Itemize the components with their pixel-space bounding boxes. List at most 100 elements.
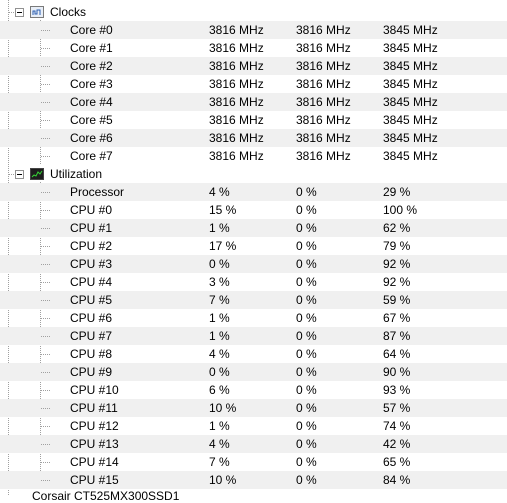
sensor-row[interactable]: Core #3 3816 MHz 3816 MHz 3845 MHz [0, 75, 507, 93]
sensor-max: 57 % [383, 401, 411, 415]
sensor-row[interactable]: Core #5 3816 MHz 3816 MHz 3845 MHz [0, 111, 507, 129]
sensor-name: CPU #10 [70, 383, 119, 397]
sensor-value: 7 % [209, 455, 230, 469]
sensor-value: 3816 MHz [209, 59, 264, 73]
sensor-row[interactable]: Core #1 3816 MHz 3816 MHz 3845 MHz [0, 39, 507, 57]
sensor-row[interactable]: CPU #12 1 % 0 % 74 % [0, 417, 507, 435]
utilization-graph-icon [30, 168, 44, 180]
sensor-min: 3816 MHz [296, 59, 351, 73]
tree-branch-line [41, 372, 50, 373]
sensor-name: CPU #15 [70, 473, 119, 487]
sensor-value: 3816 MHz [209, 149, 264, 163]
sensor-row[interactable]: CPU #4 3 % 0 % 92 % [0, 273, 507, 291]
sensor-max: 67 % [383, 311, 411, 325]
sensor-value: 10 % [209, 473, 237, 487]
sensor-name: Core #3 [70, 77, 113, 91]
sensor-min: 0 % [296, 311, 317, 325]
sensor-row[interactable]: Core #6 3816 MHz 3816 MHz 3845 MHz [0, 129, 507, 147]
sensor-row[interactable]: CPU #1 1 % 0 % 62 % [0, 219, 507, 237]
sensor-min: 0 % [296, 329, 317, 343]
sensor-row[interactable]: CPU #11 10 % 0 % 57 % [0, 399, 507, 417]
tree-branch-line [41, 156, 50, 157]
sensor-row[interactable]: CPU #15 10 % 0 % 84 % [0, 471, 507, 489]
sensor-max: 3845 MHz [383, 77, 438, 91]
tree-branch-line [41, 192, 50, 193]
sensor-row[interactable]: CPU #10 6 % 0 % 93 % [0, 381, 507, 399]
sensor-name: Core #2 [70, 59, 113, 73]
sensor-max: 3845 MHz [383, 41, 438, 55]
sensor-name: CPU #1 [70, 221, 113, 235]
sensor-row[interactable]: CPU #0 15 % 0 % 100 % [0, 201, 507, 219]
sensor-row[interactable]: CPU #13 4 % 0 % 42 % [0, 435, 507, 453]
sensor-max: 42 % [383, 437, 411, 451]
sensor-max: 84 % [383, 473, 411, 487]
sensor-min: 0 % [296, 185, 317, 199]
sensor-value: 4 % [209, 185, 230, 199]
sensor-max: 90 % [383, 365, 411, 379]
sensor-min: 3816 MHz [296, 77, 351, 91]
sensor-max: 3845 MHz [383, 131, 438, 145]
sensor-min: 0 % [296, 401, 317, 415]
sensor-row[interactable]: CPU #6 1 % 0 % 67 % [0, 309, 507, 327]
group-label-utilization: Utilization [50, 167, 103, 181]
sensor-name: Core #5 [70, 113, 113, 127]
sensor-max: 62 % [383, 221, 411, 235]
sensor-name: CPU #0 [70, 203, 113, 217]
tree-branch-line [41, 48, 50, 49]
tree-branch-line [41, 462, 50, 463]
sensor-name: CPU #6 [70, 311, 113, 325]
sensor-row[interactable]: CPU #5 7 % 0 % 59 % [0, 291, 507, 309]
sensor-min: 3816 MHz [296, 113, 351, 127]
sensor-min: 0 % [296, 383, 317, 397]
sensor-row[interactable]: CPU #14 7 % 0 % 65 % [0, 453, 507, 471]
sensor-max: 74 % [383, 419, 411, 433]
sensor-name: CPU #12 [70, 419, 119, 433]
sensor-name: Core #4 [70, 95, 113, 109]
sensor-row[interactable]: Core #4 3816 MHz 3816 MHz 3845 MHz [0, 93, 507, 111]
next-node-label[interactable]: Corsair CT525MX300SSD1 [32, 489, 179, 503]
tree-branch-line [41, 246, 50, 247]
sensor-min: 3816 MHz [296, 131, 351, 145]
tree-branch-line [41, 228, 50, 229]
sensor-row[interactable]: Core #0 3816 MHz 3816 MHz 3845 MHz [0, 21, 507, 39]
sensor-name: Core #6 [70, 131, 113, 145]
collapse-toggle-icon[interactable] [15, 170, 24, 179]
tree-branch-line [41, 390, 50, 391]
tree-branch-line [41, 120, 50, 121]
sensor-name: CPU #9 [70, 365, 113, 379]
sensor-min: 3816 MHz [296, 95, 351, 109]
sensor-row[interactable]: CPU #8 4 % 0 % 64 % [0, 345, 507, 363]
sensor-value: 1 % [209, 311, 230, 325]
sensor-value: 0 % [209, 257, 230, 271]
sensor-max: 79 % [383, 239, 411, 253]
sensor-max: 3845 MHz [383, 149, 438, 163]
collapse-toggle-icon[interactable] [15, 8, 24, 17]
sensor-value: 17 % [209, 239, 237, 253]
sensor-min: 0 % [296, 257, 317, 271]
sensor-row[interactable]: CPU #2 17 % 0 % 79 % [0, 237, 507, 255]
sensor-min: 0 % [296, 293, 317, 307]
sensor-min: 0 % [296, 221, 317, 235]
tree-branch-line [41, 444, 50, 445]
sensor-row[interactable]: CPU #9 0 % 0 % 90 % [0, 363, 507, 381]
sensor-max: 29 % [383, 185, 411, 199]
sensor-row[interactable]: Core #7 3816 MHz 3816 MHz 3845 MHz [0, 147, 507, 165]
sensor-row[interactable]: Core #2 3816 MHz 3816 MHz 3845 MHz [0, 57, 507, 75]
sensor-max: 3845 MHz [383, 59, 438, 73]
sensor-min: 0 % [296, 239, 317, 253]
sensor-row[interactable]: CPU #7 1 % 0 % 87 % [0, 327, 507, 345]
tree-branch-line [41, 264, 50, 265]
group-utilization[interactable]: Utilization [0, 165, 507, 183]
sensor-name: CPU #3 [70, 257, 113, 271]
sensor-value: 4 % [209, 437, 230, 451]
sensor-row[interactable]: Processor 4 % 0 % 29 % [0, 183, 507, 201]
sensor-name: CPU #7 [70, 329, 113, 343]
sensor-value: 3 % [209, 275, 230, 289]
sensor-row[interactable]: CPU #3 0 % 0 % 92 % [0, 255, 507, 273]
group-clocks[interactable]: Clocks [0, 3, 507, 21]
sensor-tree: Clocks Core #0 3816 MHz 3816 MHz 3845 MHz Co… [0, 0, 507, 503]
sensor-name: CPU #14 [70, 455, 119, 469]
tree-branch-line [41, 300, 50, 301]
tree-branch-line [41, 354, 50, 355]
tree-branch-line [41, 138, 50, 139]
